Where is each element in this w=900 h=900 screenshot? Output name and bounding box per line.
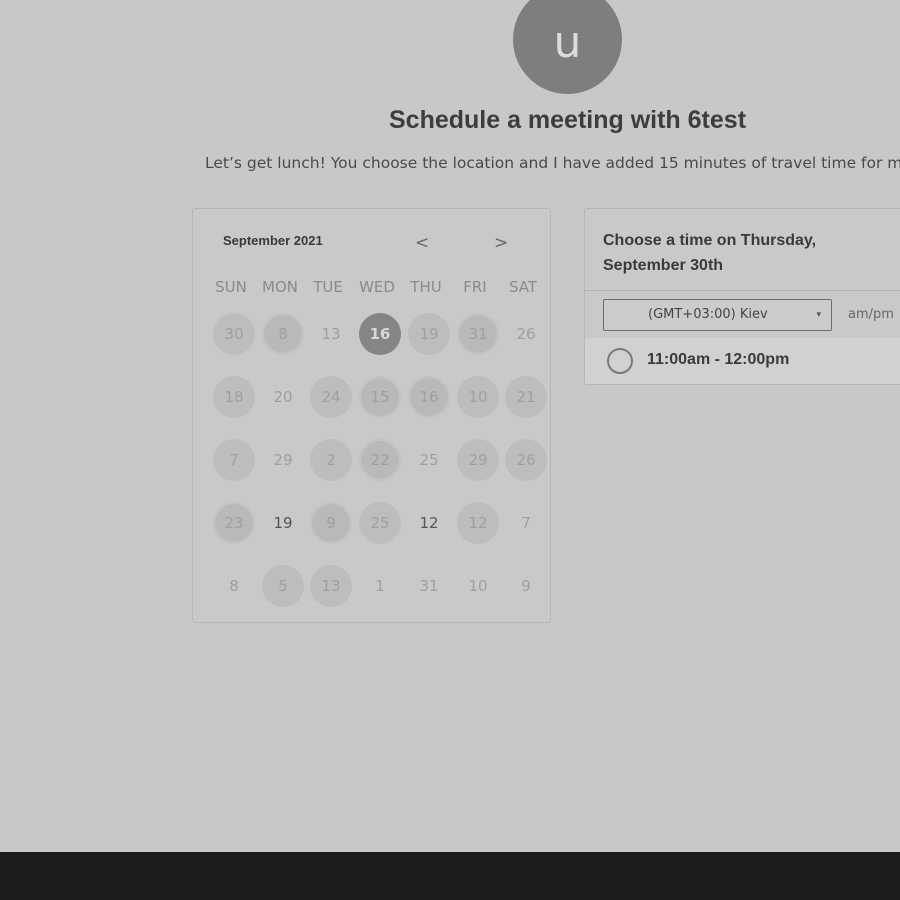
day-cell[interactable]: 31 <box>408 565 450 607</box>
time-format-toggle[interactable]: am/pm <box>848 307 894 322</box>
day-cell[interactable]: 25 <box>408 439 450 481</box>
page-title: Schedule a meeting with 6test <box>388 106 747 134</box>
day-cell[interactable]: 8 <box>262 313 304 355</box>
day-cell[interactable]: 29 <box>457 439 499 481</box>
time-selection-panel: Choose a time on Thursday, September 30t… <box>584 208 900 385</box>
day-cell[interactable]: 7 <box>505 502 547 544</box>
time-slot[interactable]: 11:00am - 12:00pm <box>585 338 900 384</box>
weekday-mon: MON <box>262 278 298 296</box>
day-cell[interactable]: 7 <box>213 439 255 481</box>
caret-down-icon: ▾ <box>816 310 821 320</box>
day-cell[interactable]: 22 <box>359 439 401 481</box>
day-cell[interactable]: 19 <box>408 313 450 355</box>
host-avatar: u <box>513 0 622 94</box>
time-panel-heading: Choose a time on Thursday, September 30t… <box>603 232 817 274</box>
day-cell[interactable]: 30 <box>213 313 255 355</box>
day-cell[interactable]: 18 <box>213 376 255 418</box>
weekday-sun: SUN <box>215 278 247 296</box>
weekday-thu: THU <box>410 278 442 296</box>
day-cell[interactable]: 12 <box>408 502 450 544</box>
weekday-wed: WED <box>359 278 395 296</box>
timezone-select[interactable]: (GMT+03:00) Kiev ▾ <box>603 299 832 331</box>
time-slot-label: 11:00am - 12:00pm <box>647 351 790 368</box>
day-cell[interactable]: 29 <box>262 439 304 481</box>
day-cell[interactable]: 16 <box>408 376 450 418</box>
day-cell[interactable]: 10 <box>457 376 499 418</box>
day-cell[interactable]: 1 <box>359 565 401 607</box>
day-cell[interactable]: 31 <box>457 313 499 355</box>
month-label: September 2021 <box>223 233 323 248</box>
day-cell[interactable]: 9 <box>505 565 547 607</box>
day-cell[interactable]: 24 <box>310 376 352 418</box>
day-cell[interactable]: 26 <box>505 313 547 355</box>
weekday-fri: FRI <box>463 278 487 296</box>
day-cell[interactable]: 10 <box>457 565 499 607</box>
day-cell[interactable]: 15 <box>359 376 401 418</box>
day-cell[interactable]: 23 <box>213 502 255 544</box>
day-cell[interactable]: 25 <box>359 502 401 544</box>
day-cell[interactable]: 13 <box>310 565 352 607</box>
day-cell[interactable]: 9 <box>310 502 352 544</box>
date-picker-calendar: September 2021 < > SUN MON TUE WED THU FRI SAT… <box>192 208 551 623</box>
chevron-right-icon[interactable]: > <box>494 233 508 253</box>
panel-divider <box>585 290 900 291</box>
timezone-value: (GMT+03:00) Kiev <box>648 307 768 322</box>
day-cell[interactable]: 5 <box>262 565 304 607</box>
day-cell[interactable]: 19 <box>262 502 304 544</box>
selected-day-cell[interactable]: 16 <box>359 313 401 355</box>
day-cell[interactable]: 2 <box>310 439 352 481</box>
chevron-left-icon[interactable]: < <box>415 233 429 253</box>
weekday-tue: TUE <box>313 278 343 296</box>
day-cell[interactable]: 12 <box>457 502 499 544</box>
radio-circle-icon[interactable] <box>607 348 633 374</box>
day-cell[interactable]: 8 <box>213 565 255 607</box>
meeting-description: Let’s get lunch! You choose the location… <box>205 154 900 172</box>
day-cell[interactable]: 21 <box>505 376 547 418</box>
day-cell[interactable]: 13 <box>310 313 352 355</box>
bottom-bar <box>0 852 900 900</box>
weekday-sat: SAT <box>508 278 538 296</box>
day-cell[interactable]: 26 <box>505 439 547 481</box>
day-cell[interactable]: 20 <box>262 376 304 418</box>
